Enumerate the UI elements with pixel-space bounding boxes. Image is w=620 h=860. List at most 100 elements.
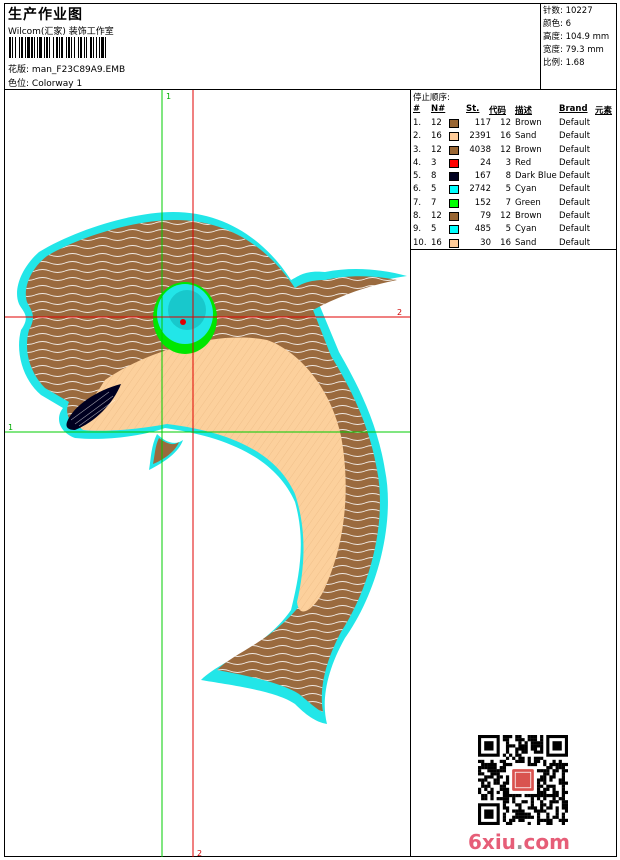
- guide-label-v1: 1: [166, 92, 171, 101]
- table-row: 2. 16 2391 16 Sand Default: [411, 130, 617, 143]
- worksheet-header: 生产作业图 Wilcom(汇家) 装饰工作室 花版: man_F23C89A9.…: [5, 4, 541, 90]
- company-name: Wilcom(汇家) 装饰工作室: [8, 27, 114, 37]
- thread-color-swatch: [449, 172, 459, 182]
- row-brand: Default: [559, 197, 591, 208]
- site-watermark: 6xiu.com: [468, 830, 570, 854]
- design-width: 宽度: 79.3 mm: [543, 45, 604, 55]
- row-desc: Sand: [515, 131, 537, 142]
- row-num: 10.: [413, 237, 427, 248]
- design-value: man_F23C89A9.EMB: [31, 65, 126, 75]
- thread-color-swatch: [449, 145, 459, 155]
- dolphin-embroidery-illustration: 1 2 1 2: [5, 90, 410, 857]
- table-row: 3. 12 4038 12 Brown Default: [411, 144, 617, 157]
- row-desc: Cyan: [515, 224, 537, 235]
- col-st: St.: [466, 104, 480, 114]
- row-desc: Sand: [515, 237, 537, 248]
- row-code: 16: [500, 131, 511, 142]
- page-title: 生产作业图: [8, 7, 83, 23]
- col-num: #: [413, 104, 421, 114]
- design-preview: 1 2 1 2: [5, 90, 411, 857]
- row-code: 12: [500, 144, 511, 155]
- thread-color-swatch: [449, 119, 459, 128]
- design-label: 花版:: [8, 65, 30, 75]
- row-brand: Default: [559, 131, 591, 142]
- thread-color-swatch: [449, 132, 459, 142]
- row-desc: Red: [515, 157, 532, 168]
- row-code: 12: [500, 118, 511, 128]
- thread-color-swatch: [449, 158, 459, 168]
- row-needle: 3: [431, 157, 437, 168]
- row-code: 16: [500, 237, 511, 248]
- row-desc: Brown: [515, 118, 542, 128]
- col-code: 代码: [489, 106, 507, 116]
- row-num: 1.: [413, 118, 422, 128]
- row-code: 3: [505, 157, 511, 168]
- stop-sequence-panel: 停止顺序: # N# St. 代码 描述 Brand 元素 1. 12 117 12 B…: [411, 90, 617, 857]
- row-num: 9.: [413, 224, 422, 235]
- row-needle: 5: [431, 224, 437, 235]
- row-num: 6.: [413, 184, 422, 195]
- row-num: 5.: [413, 171, 422, 182]
- qr-code: [478, 735, 568, 825]
- row-needle: 16: [431, 237, 442, 248]
- row-brand: Default: [559, 237, 591, 248]
- colorway-row: 色位: Colorway 1: [8, 76, 82, 89]
- col-desc: 描述: [515, 106, 533, 116]
- row-num: 7.: [413, 197, 422, 208]
- design-height: 高度: 104.9 mm: [543, 32, 610, 42]
- row-code: 12: [500, 211, 511, 222]
- barcode: [9, 37, 185, 58]
- row-code: 8: [505, 171, 511, 182]
- thread-color-swatch: [449, 238, 459, 248]
- row-code: 5: [505, 184, 511, 195]
- stop-sequence-rows: 1. 12 117 12 Brown Default 2. 16 2391 16 Sand Defau…: [411, 117, 617, 250]
- row-needle: 7: [431, 197, 437, 208]
- row-desc: Brown: [515, 211, 542, 222]
- col-elem: 元素: [595, 106, 613, 116]
- panel-divider: [411, 249, 617, 250]
- design-stats: 针数: 10227 颜色: 6 高度: 104.9 mm 宽度: 79.3 mm…: [541, 4, 617, 90]
- row-brand: Default: [559, 184, 591, 195]
- colorway-label: 色位:: [8, 79, 30, 89]
- stop-sequence-header: # N# St. 代码 描述 Brand 元素: [411, 104, 617, 116]
- table-row: 6. 5 2742 5 Cyan Default: [411, 183, 617, 196]
- thread-color-swatch: [449, 212, 459, 222]
- row-code: 5: [505, 224, 511, 235]
- row-code: 7: [505, 197, 511, 208]
- guide-label-h1: 1: [8, 423, 13, 432]
- row-needle: 16: [431, 131, 442, 142]
- guide-label-h2: 2: [397, 308, 402, 317]
- table-row: 8. 12 79 12 Brown Default: [411, 210, 617, 223]
- design-file-row: 花版: man_F23C89A9.EMB: [8, 62, 125, 75]
- row-brand: Default: [559, 211, 591, 222]
- row-num: 4.: [413, 157, 422, 168]
- stop-sequence-title: 停止顺序:: [413, 93, 450, 103]
- table-row: 1. 12 117 12 Brown Default: [411, 117, 617, 130]
- thread-color-swatch: [449, 225, 459, 235]
- dolphin-eye: [153, 282, 217, 354]
- dolphin-belly: [78, 337, 346, 612]
- row-desc: Cyan: [515, 184, 537, 195]
- table-row: 7. 7 152 7 Green Default: [411, 197, 617, 210]
- row-brand: Default: [559, 224, 591, 235]
- stitch-count: 针数: 10227: [543, 6, 593, 16]
- row-desc: Brown: [515, 144, 542, 155]
- col-n: N#: [431, 104, 446, 114]
- row-needle: 8: [431, 171, 437, 182]
- table-row: 5. 8 167 8 Dark Blue Default: [411, 170, 617, 183]
- worksheet-frame: 生产作业图 Wilcom(汇家) 装饰工作室 花版: man_F23C89A9.…: [4, 3, 617, 857]
- row-desc: Dark Blue: [515, 171, 557, 182]
- row-num: 3.: [413, 144, 422, 155]
- table-row: 10. 16 30 16 Sand Default: [411, 237, 617, 250]
- design-scale: 比例: 1.68: [543, 58, 585, 68]
- row-desc: Green: [515, 197, 541, 208]
- row-brand: Default: [559, 118, 591, 128]
- row-needle: 12: [431, 144, 442, 155]
- col-brand: Brand: [559, 104, 588, 114]
- row-num: 8.: [413, 211, 422, 222]
- table-row: 4. 3 24 3 Red Default: [411, 157, 617, 170]
- thread-color-swatch: [449, 185, 459, 195]
- row-needle: 12: [431, 211, 442, 222]
- row-needle: 12: [431, 118, 442, 128]
- thread-color-swatch: [449, 198, 459, 208]
